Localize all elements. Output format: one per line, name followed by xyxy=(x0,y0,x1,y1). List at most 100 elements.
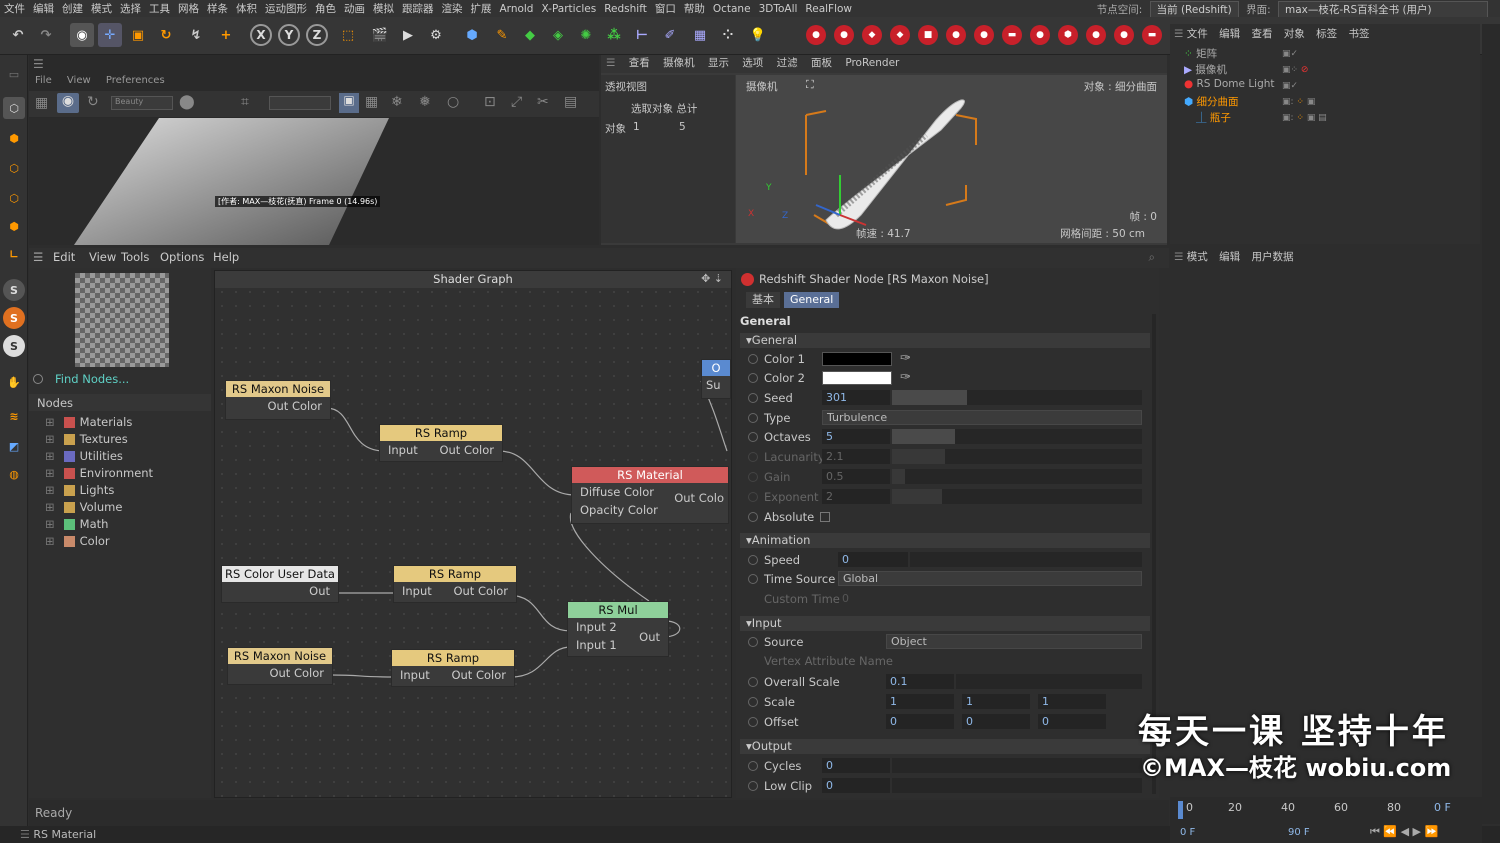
redo-icon[interactable]: ↷ xyxy=(34,23,58,47)
port-surface[interactable]: Su xyxy=(702,376,730,394)
menu-character[interactable]: 角色 xyxy=(311,0,340,17)
port-out-color[interactable]: Out Color xyxy=(228,664,332,682)
category-utilities[interactable]: ⊞ Utilities xyxy=(45,448,123,464)
ng-menu-help[interactable]: Help xyxy=(213,250,239,264)
port-out[interactable]: Out xyxy=(222,582,338,600)
type-dropdown[interactable]: Turbulence xyxy=(822,410,1142,425)
aov-select[interactable]: Beauty xyxy=(111,96,173,110)
node-maxon-noise-1[interactable]: RS Maxon Noise Out Color xyxy=(225,380,331,420)
tab-basic[interactable]: 基本 xyxy=(746,292,780,308)
port-ramp-io[interactable]: Input Out Color xyxy=(392,666,514,684)
playhead[interactable] xyxy=(1178,801,1183,819)
rs-tool-icon-8[interactable]: ▬ xyxy=(1002,25,1022,45)
om-menu-file[interactable]: 文件 xyxy=(1187,28,1208,40)
eyedropper-icon[interactable]: ✑ xyxy=(900,369,911,387)
object-matrix[interactable]: ⁘ 矩阵 xyxy=(1184,46,1217,61)
texture-mode-icon[interactable]: ⬢ xyxy=(3,127,25,149)
vp-menu-display[interactable]: 显示 xyxy=(708,57,729,69)
stop-icon[interactable]: ⬤ xyxy=(179,94,195,110)
y-axis-lock-icon[interactable]: Y xyxy=(278,24,300,46)
rv-menu-file[interactable]: File xyxy=(35,75,52,86)
port-ramp-io[interactable]: Input Out Color xyxy=(380,441,502,459)
snowflake-alt-icon[interactable]: ❅ xyxy=(419,94,431,110)
low-clip-slider[interactable] xyxy=(892,778,1142,793)
category-volume[interactable]: ⊞ Volume xyxy=(45,499,122,515)
object-bottle[interactable]: ⏊ 瓶子 xyxy=(1196,110,1231,125)
snap-icon[interactable]: S xyxy=(3,279,25,301)
scale-tool-icon[interactable]: ▣ xyxy=(126,23,150,47)
node-color-user-data[interactable]: RS Color User Data Out xyxy=(221,565,339,603)
snap-settings-icon[interactable]: S xyxy=(3,335,25,357)
am-hamburger-icon[interactable]: ☰ xyxy=(1174,251,1187,263)
vp-menu-options[interactable]: 选项 xyxy=(742,57,763,69)
rs-tool-icon-7[interactable]: ● xyxy=(974,25,994,45)
am-menu-mode[interactable]: 模式 xyxy=(1187,251,1208,263)
bottom-hamburger-icon[interactable]: ☰ xyxy=(20,828,33,841)
rs-tool-icon-2[interactable]: ● xyxy=(834,25,854,45)
color2-swatch[interactable] xyxy=(822,371,892,385)
keyframe-icon[interactable] xyxy=(748,677,758,687)
scale-y-input[interactable]: 1 xyxy=(962,694,1030,709)
vp-menu-filter[interactable]: 过滤 xyxy=(777,57,798,69)
am-menu-userdata[interactable]: 用户数据 xyxy=(1251,251,1293,263)
ng-menu-options[interactable]: Options xyxy=(160,250,204,264)
crop-icon[interactable]: ⌗ xyxy=(241,94,249,110)
x-axis-lock-icon[interactable]: X xyxy=(250,24,272,46)
node-rs-material[interactable]: RS Material Diffuse Color Opacity Color … xyxy=(571,466,729,524)
keyframe-icon[interactable] xyxy=(748,637,758,647)
render-view-icon[interactable]: ▶ xyxy=(396,23,420,47)
menu-mode[interactable]: 模式 xyxy=(87,0,116,17)
grid-view-icon[interactable]: ▦ xyxy=(365,94,378,110)
menu-animate[interactable]: 动画 xyxy=(340,0,369,17)
field-icon[interactable]: ⊢ xyxy=(630,23,654,47)
deformer-icon[interactable]: ✺ xyxy=(574,23,598,47)
render-settings-icon[interactable]: ⚙ xyxy=(424,23,448,47)
add-object-icon[interactable]: + xyxy=(214,23,238,47)
cube-icon[interactable]: ⬢ xyxy=(460,23,484,47)
rs-tool-icon-6[interactable]: ● xyxy=(946,25,966,45)
source-dropdown[interactable]: Object xyxy=(886,634,1142,649)
eyedropper-icon[interactable]: ✑ xyxy=(900,350,911,368)
shader-graph-canvas[interactable]: Shader Graph ✥ ⇣ RS Maxon Noise Out Colo… xyxy=(214,270,732,798)
node-space-select[interactable]: 当前 (Redshift) xyxy=(1149,1,1239,17)
menu-help[interactable]: 帮助 xyxy=(680,0,709,17)
select-tool-icon[interactable]: ◉ xyxy=(70,23,94,47)
node-output[interactable]: O Su xyxy=(701,359,731,399)
keyframe-icon[interactable] xyxy=(748,354,758,364)
scale-x-input[interactable]: 1 xyxy=(886,694,954,709)
category-materials[interactable]: ⊞ Materials xyxy=(45,414,132,430)
move-tool-icon[interactable]: ✛ xyxy=(98,23,122,47)
menu-render[interactable]: 渲染 xyxy=(438,0,467,17)
menu-3dtoall[interactable]: 3DToAll xyxy=(755,2,802,16)
rv-menu-preferences[interactable]: Preferences xyxy=(106,75,165,86)
keyframe-icon[interactable] xyxy=(748,761,758,771)
color1-swatch[interactable] xyxy=(822,352,892,366)
om-menu-edit[interactable]: 编辑 xyxy=(1219,28,1240,40)
menu-file[interactable]: 文件 xyxy=(0,0,29,17)
render-start-icon[interactable]: ◉ xyxy=(57,93,79,113)
mograph-icon[interactable]: ⁂ xyxy=(602,23,626,47)
om-menu-object[interactable]: 对象 xyxy=(1284,28,1305,40)
light-icon[interactable]: ⁘ xyxy=(716,23,740,47)
scene-icon[interactable]: ▦ xyxy=(688,23,712,47)
vp-menu-prorender[interactable]: ProRender xyxy=(845,57,899,69)
port-out-color[interactable]: Out Color xyxy=(226,397,330,415)
menu-tools[interactable]: 工具 xyxy=(145,0,174,17)
bulb-icon[interactable]: 💡 xyxy=(746,23,770,47)
rs-tool-icon-4[interactable]: ◆ xyxy=(890,25,910,45)
circle-icon[interactable]: ○ xyxy=(447,94,459,110)
rs-tool-icon-1[interactable]: ● xyxy=(806,25,826,45)
keyframe-icon[interactable] xyxy=(748,432,758,442)
keyframe-icon[interactable] xyxy=(748,717,758,727)
node-ramp-2[interactable]: RS Ramp Input Out Color xyxy=(393,565,517,603)
node-editor-hamburger-icon[interactable]: ☰ xyxy=(33,250,43,264)
offset-y-input[interactable]: 0 xyxy=(962,714,1030,729)
category-lights[interactable]: ⊞ Lights xyxy=(45,482,114,498)
overall-scale-input[interactable]: 0.1 xyxy=(886,674,954,689)
category-environment[interactable]: ⊞ Environment xyxy=(45,465,153,481)
make-editable-icon[interactable]: ▭ xyxy=(3,63,25,85)
visibility-flags[interactable]: ▣✓ ▣⁘ ⊘ ▣✓ ▣: ⁘ ▣ ▣: ⁘ ▣ ▤ xyxy=(1282,46,1327,126)
tab-general[interactable]: General xyxy=(784,292,840,308)
hamburger-icon[interactable]: ☰ xyxy=(33,57,44,71)
keyframe-icon[interactable] xyxy=(748,574,758,584)
